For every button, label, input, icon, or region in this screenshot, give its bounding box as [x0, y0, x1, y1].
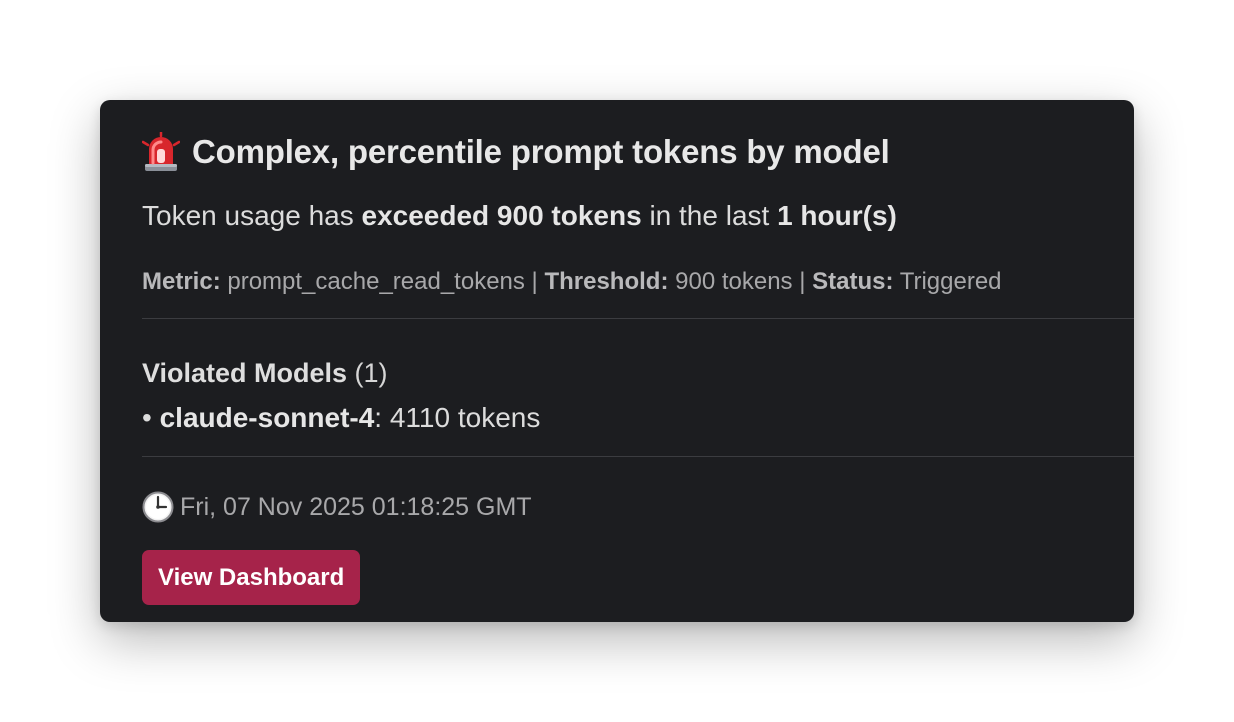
alert-summary: Token usage has exceeded 900 tokens in t… — [142, 200, 897, 232]
summary-window: 1 hour(s) — [777, 200, 897, 231]
violated-models-heading: Violated Models (1) — [142, 358, 388, 389]
divider — [142, 456, 1134, 457]
metric-value: prompt_cache_read_tokens | — [220, 268, 545, 295]
timestamp-row: Fri, 07 Nov 2025 01:18:25 GMT — [142, 489, 532, 525]
divider — [142, 318, 1134, 319]
bullet: • — [142, 402, 160, 433]
violated-count: (1) — [347, 358, 388, 388]
summary-prefix: Token usage has — [142, 200, 362, 231]
violated-heading-label: Violated Models — [142, 358, 348, 388]
siren-icon — [141, 131, 181, 172]
timestamp: Fri, 07 Nov 2025 01:18:25 GMT — [180, 492, 532, 521]
metric-label: Metric: — [142, 268, 221, 295]
status-label: Status: — [812, 268, 894, 295]
alert-meta: Metric: prompt_cache_read_tokens | Thres… — [142, 268, 1002, 296]
threshold-value: 900 tokens | — [668, 268, 813, 295]
threshold-label: Threshold: — [544, 268, 669, 295]
summary-exceeded: exceeded 900 tokens — [361, 200, 642, 231]
view-dashboard-button[interactable]: View Dashboard — [142, 550, 361, 605]
clock-icon — [142, 491, 174, 523]
list-item: • claude-sonnet-4: 4110 tokens — [142, 402, 540, 434]
status-value: Triggered — [893, 268, 1002, 295]
model-value: : 4110 tokens — [374, 402, 541, 433]
summary-middle: in the last — [641, 200, 778, 231]
alert-header: Complex, percentile prompt tokens by mod… — [141, 130, 890, 174]
alert-title: Complex, percentile prompt tokens by mod… — [192, 133, 890, 170]
alert-card: Complex, percentile prompt tokens by mod… — [100, 100, 1134, 622]
model-name: claude-sonnet-4 — [159, 402, 375, 433]
